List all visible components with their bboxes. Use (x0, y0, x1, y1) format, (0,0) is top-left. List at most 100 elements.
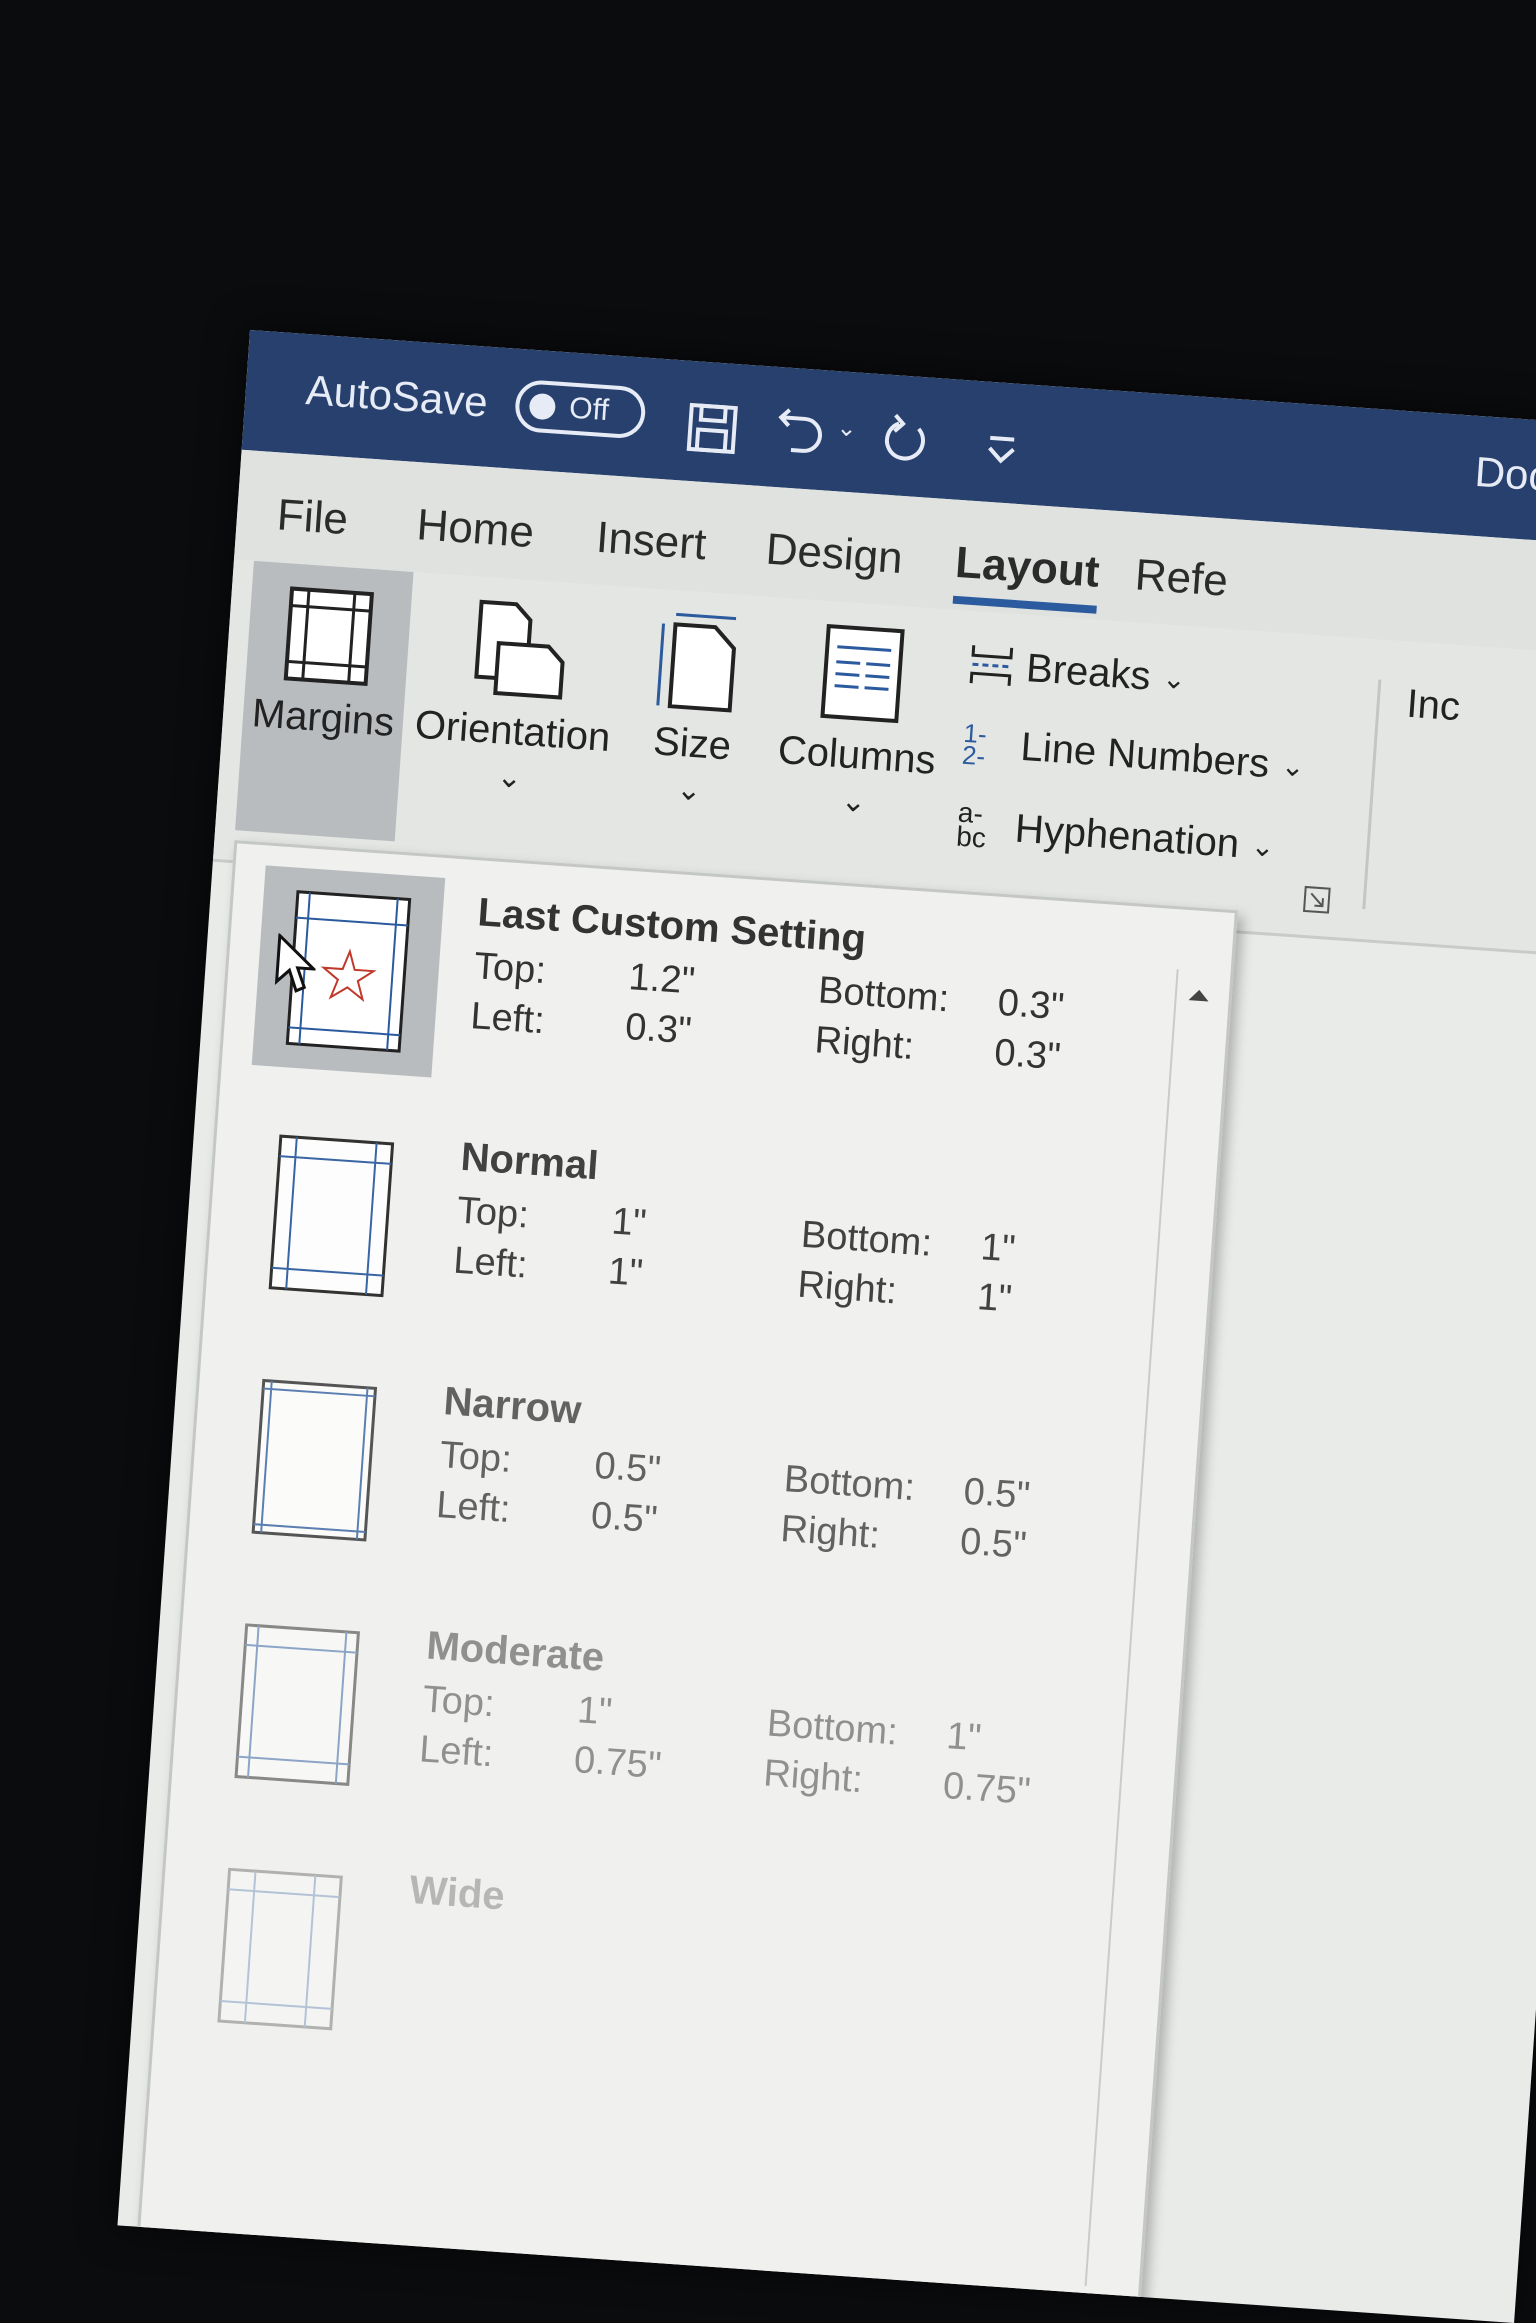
tab-design[interactable]: Design (764, 525, 904, 584)
hyphenation-chevron-icon: ⌄ (1250, 829, 1276, 863)
left-value: 0.5" (589, 1494, 659, 1542)
margin-preset-last-custom[interactable]: Last Custom Setting Top: 1.2" Left: 0.3"… (251, 865, 1144, 1136)
top-value: 1" (610, 1200, 648, 1245)
autosave-state: Off (568, 391, 610, 428)
margin-preset-normal[interactable]: Normal Top: 1" Left: 1" Bottom: 1" Right… (234, 1110, 1127, 1381)
ribbon-group-divider (1362, 679, 1382, 910)
top-label: Top: (421, 1678, 497, 1726)
tab-references[interactable]: Refe (1133, 550, 1229, 606)
page-margins-moderate-icon (234, 1623, 360, 1786)
bottom-label: Bottom: (816, 969, 951, 1021)
undo-icon[interactable] (772, 405, 832, 465)
size-icon (656, 612, 737, 713)
bottom-value: 0.5" (962, 1470, 1032, 1518)
margins-button[interactable]: Margins (235, 560, 414, 842)
left-value: 0.3" (623, 1005, 693, 1053)
preset-thumbnail (235, 1110, 429, 1322)
scroll-up-button[interactable] (1175, 969, 1222, 1020)
top-value: 1.2" (627, 956, 697, 1003)
bottom-value: 1" (945, 1715, 983, 1760)
top-label: Top: (455, 1189, 531, 1237)
columns-chevron-icon: ⌄ (839, 784, 868, 820)
mouse-pointer-icon (274, 933, 318, 993)
right-value: 0.75" (941, 1764, 1032, 1813)
orientation-chevron-icon: ⌄ (495, 760, 524, 796)
line-numbers-button[interactable]: 1- 2- Line Numbers ⌄ (961, 717, 1306, 790)
orientation-icon (474, 599, 565, 700)
dropdown-scrollbar[interactable] (1084, 969, 1223, 2290)
orientation-button[interactable]: Orientation ⌄ (400, 572, 628, 856)
left-label: Left: (452, 1239, 529, 1287)
size-chevron-icon: ⌄ (675, 772, 703, 808)
preset-thumbnail (218, 1354, 412, 1566)
margin-preset-moderate[interactable]: Moderate Top: 1" Left: 0.75" Bottom: 1" … (200, 1599, 1093, 1870)
tab-file[interactable]: File (275, 490, 349, 545)
breaks-label: Breaks (1024, 645, 1153, 699)
margins-dropdown: Last Custom Setting Top: 1.2" Left: 0.3"… (136, 840, 1238, 2313)
scroll-up-arrow-icon (1188, 989, 1209, 1002)
columns-label: Columns (776, 727, 938, 783)
right-value: 0.3" (992, 1031, 1063, 1079)
right-label: Right: (762, 1752, 865, 1802)
preset-thumbnail (200, 1599, 394, 1811)
redo-icon[interactable] (872, 412, 932, 472)
margin-preset-narrow[interactable]: Narrow Top: 0.5" Left: 0.5" Bottom: 0.5"… (217, 1354, 1110, 1625)
page-margins-wide-icon (217, 1867, 343, 2031)
preset-name: Moderate (425, 1623, 606, 1680)
tab-home[interactable]: Home (415, 500, 536, 558)
breaks-button[interactable]: Breaks ⌄ (967, 641, 1188, 702)
tab-insert[interactable]: Insert (595, 513, 708, 571)
margins-label: Margins (250, 691, 396, 745)
bottom-label: Bottom: (799, 1213, 934, 1265)
right-value: 0.5" (958, 1520, 1028, 1568)
preset-thumbnail (183, 1843, 377, 2055)
orientation-label: Orientation (413, 702, 612, 761)
left-label: Left: (417, 1728, 495, 1776)
bottom-value: 1" (979, 1226, 1017, 1271)
bottom-label: Bottom: (782, 1458, 917, 1510)
bottom-value: 0.3" (996, 981, 1066, 1029)
line-numbers-chevron-icon: ⌄ (1280, 750, 1306, 783)
size-label: Size (651, 719, 733, 769)
preset-name: Narrow (442, 1379, 583, 1433)
breaks-chevron-icon: ⌄ (1161, 662, 1187, 695)
hyphenation-icon: a-bc (955, 796, 988, 854)
page-margins-normal-icon (268, 1134, 395, 1298)
top-value: 0.5" (593, 1444, 663, 1492)
preset-name: Wide (408, 1867, 507, 1919)
left-value: 0.75" (572, 1739, 663, 1788)
margins-icon (283, 586, 375, 687)
breaks-icon (969, 645, 1014, 686)
page-margins-narrow-icon (251, 1378, 378, 1542)
bottom-label: Bottom: (765, 1702, 900, 1754)
size-button[interactable]: Size ⌄ (614, 587, 772, 866)
hyphenation-button[interactable]: a-bc Hyphenation ⌄ (955, 796, 1277, 871)
margin-preset-wide[interactable]: Wide (183, 1843, 1076, 2114)
undo-dropdown-chevron-icon[interactable]: ⌄ (836, 413, 858, 443)
autosave-label: AutoSave (304, 366, 490, 426)
right-label: Right: (779, 1507, 882, 1557)
word-window: AutoSave Off ⌄ Docu File Home Insert Des (117, 330, 1536, 2323)
right-label: Right: (813, 1019, 916, 1069)
autosave-toggle[interactable]: Off (513, 378, 647, 440)
toggle-knob (528, 392, 557, 421)
save-icon[interactable] (682, 399, 742, 459)
document-title: Docu (1473, 447, 1536, 502)
columns-button[interactable]: Columns ⌄ (759, 597, 957, 879)
right-label: Right: (796, 1263, 899, 1313)
top-value: 1" (576, 1689, 614, 1734)
top-label: Top: (472, 945, 548, 993)
right-value: 1" (975, 1276, 1014, 1321)
left-label: Left: (435, 1483, 512, 1531)
customize-toolbar-icon[interactable] (972, 419, 1032, 479)
tab-layout[interactable]: Layout (954, 538, 1101, 598)
left-label: Left: (469, 995, 546, 1043)
columns-icon (820, 623, 905, 724)
page-setup-launcher-icon[interactable] (1302, 885, 1332, 915)
left-value: 1" (606, 1250, 645, 1295)
line-numbers-label: Line Numbers (1019, 724, 1271, 787)
top-label: Top: (438, 1434, 514, 1481)
line-numbers-icon: 1- 2- (961, 717, 988, 771)
hyphenation-label: Hyphenation (1013, 806, 1241, 866)
indent-label: Inc (1405, 681, 1462, 730)
